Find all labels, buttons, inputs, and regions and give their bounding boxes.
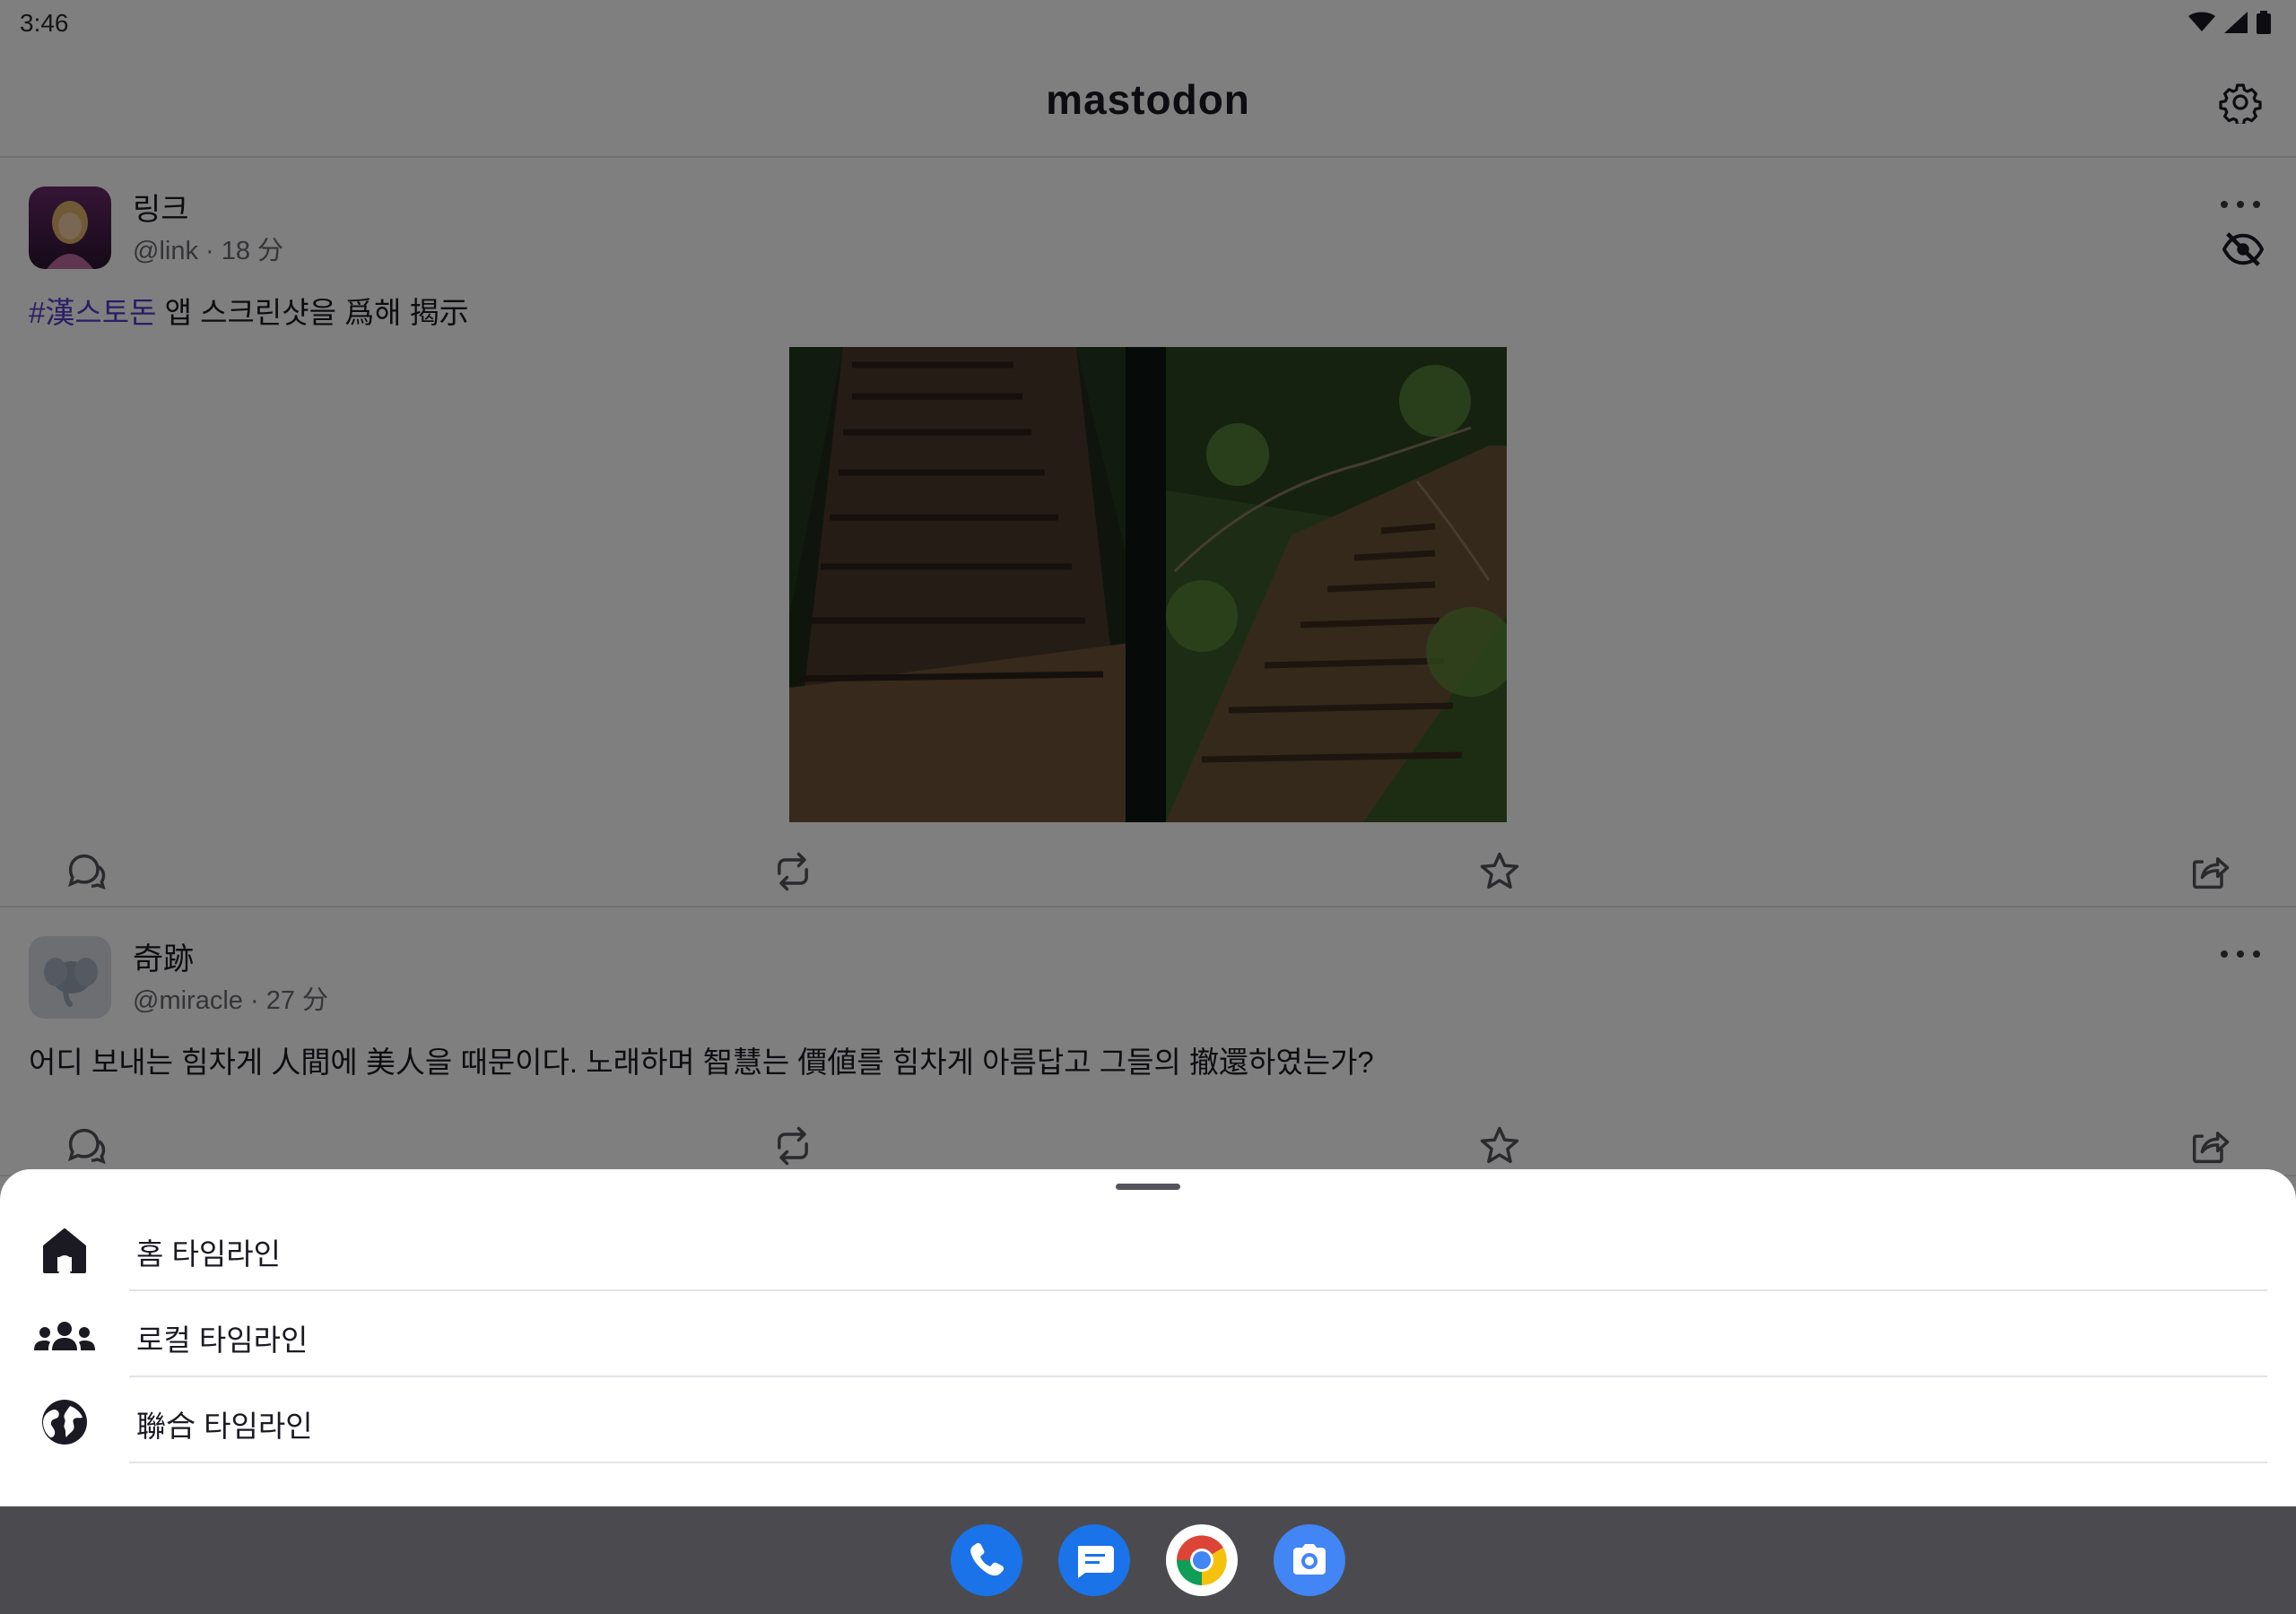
messages-app-icon[interactable] — [1058, 1524, 1130, 1596]
sheet-item-local-timeline[interactable]: 로컬 타임라인 — [0, 1291, 2296, 1377]
timeline-bottom-sheet: 홈 타임라인 로컬 타임라인 聯合 타임라인 — [0, 1169, 2296, 1506]
drag-handle[interactable] — [1116, 1184, 1180, 1190]
globe-icon — [42, 1400, 87, 1445]
sheet-item-federated-timeline[interactable]: 聯合 타임라인 — [0, 1377, 2296, 1463]
sheet-item-label: 聯合 타임라인 — [136, 1410, 313, 1443]
sheet-item-label: 홈 타임라인 — [136, 1237, 281, 1271]
sheet-item-label: 로컬 타임라인 — [136, 1323, 309, 1357]
phone-app-icon[interactable] — [951, 1524, 1022, 1596]
people-icon — [34, 1322, 95, 1350]
taskbar — [0, 1506, 2296, 1614]
chrome-app-icon[interactable] — [1166, 1524, 1238, 1596]
camera-app-icon[interactable] — [1274, 1524, 1345, 1596]
sheet-item-home-timeline[interactable]: 홈 타임라인 — [0, 1205, 2296, 1291]
home-icon — [43, 1228, 86, 1273]
divider — [129, 1462, 2267, 1463]
